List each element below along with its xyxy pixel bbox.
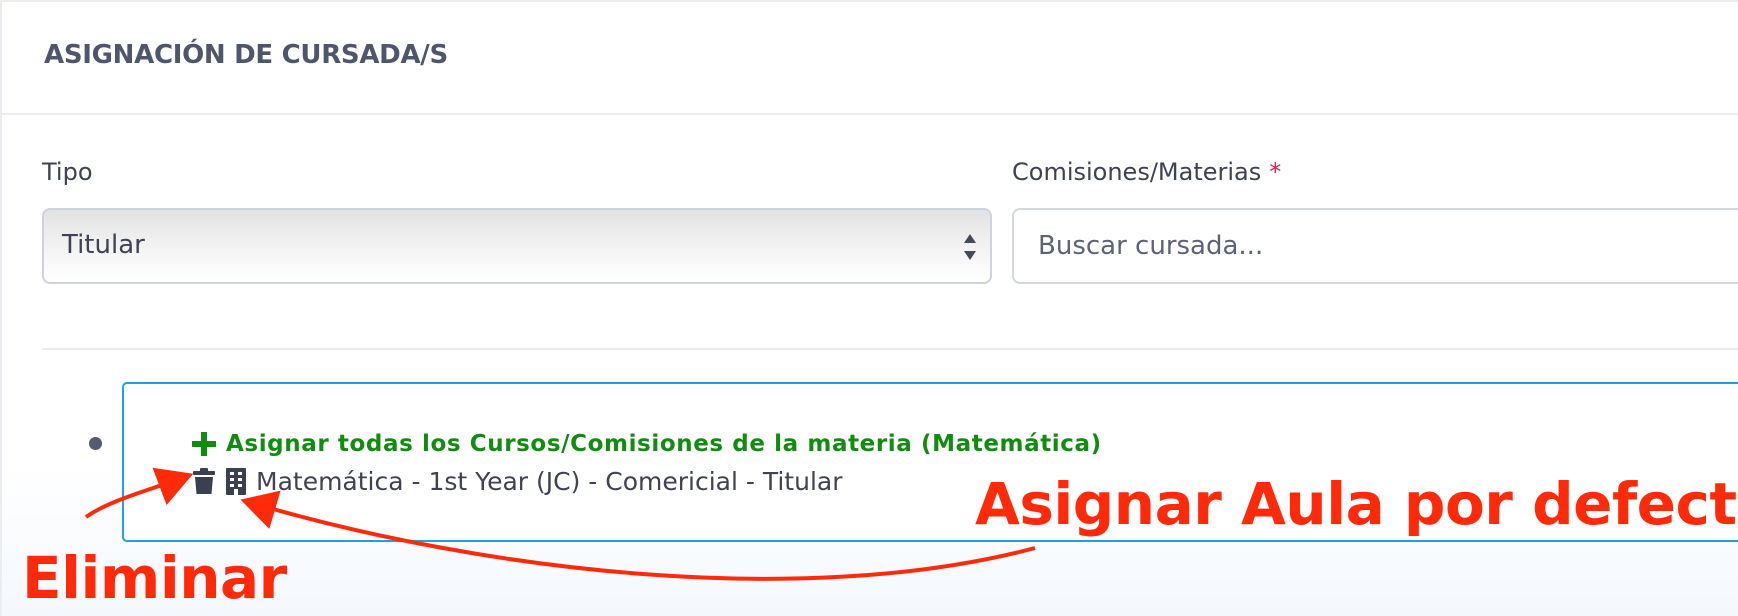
course-item-text: Matemática - 1st Year (JC) - Comericial …: [256, 466, 843, 496]
list-bullet: [89, 437, 102, 450]
plus-icon: [192, 432, 216, 456]
comisiones-label: Comisiones/Materias *: [1012, 158, 1281, 186]
card-header: ASIGNACIÓN DE CURSADA/S: [2, 2, 1738, 115]
card-title: ASIGNACIÓN DE CURSADA/S: [44, 40, 448, 70]
tipo-select[interactable]: Titular: [42, 208, 992, 284]
required-mark: *: [1269, 158, 1282, 186]
trash-icon: [193, 468, 215, 494]
assign-room-button[interactable]: [224, 467, 256, 495]
annotation-delete: Eliminar: [22, 544, 287, 612]
delete-button[interactable]: [192, 467, 224, 495]
cursada-search-input[interactable]: [1012, 208, 1738, 284]
select-arrows-icon: [964, 234, 976, 260]
assign-all-link[interactable]: Asignar todas los Cursos/Comisiones de l…: [192, 428, 1102, 460]
comisiones-label-text: Comisiones/Materias: [1012, 158, 1262, 186]
assign-all-label: Asignar todas los Cursos/Comisiones de l…: [226, 431, 1102, 457]
list-item: Matemática - 1st Year (JC) - Comericial …: [192, 464, 843, 498]
tipo-label-text: Tipo: [42, 158, 93, 186]
building-icon: [226, 468, 246, 495]
tipo-label: Tipo: [42, 158, 93, 186]
annotation-assign-room: Asignar Aula por defecto: [975, 470, 1738, 538]
separator: [42, 348, 1738, 350]
tipo-select-value: Titular: [62, 230, 145, 260]
